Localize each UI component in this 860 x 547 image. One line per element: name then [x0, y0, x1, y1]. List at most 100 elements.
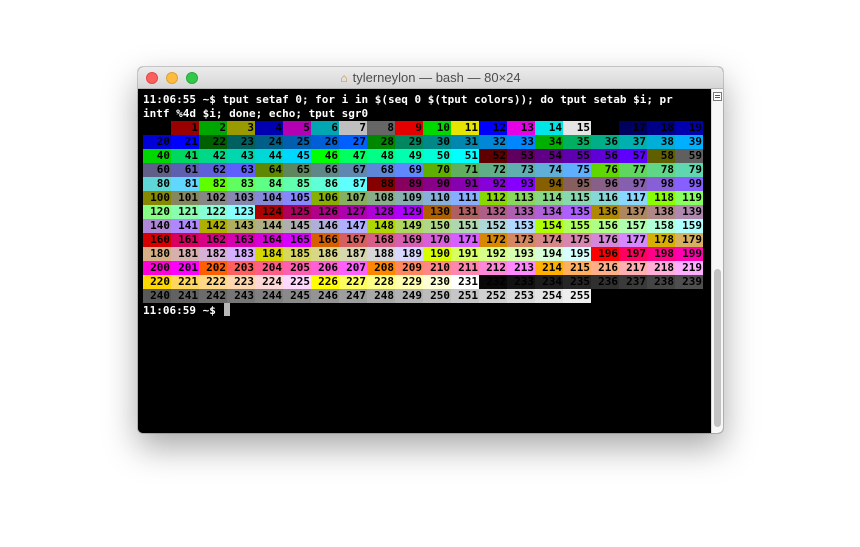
color-cell: 36	[591, 135, 619, 149]
title-bar[interactable]: ⌂ tylerneylon — bash — 80×24	[138, 67, 723, 89]
color-cell: 185	[283, 247, 311, 261]
color-cell: 157	[619, 219, 647, 233]
color-cell: 209	[395, 261, 423, 275]
color-cell: 131	[451, 205, 479, 219]
color-cell: 87	[339, 177, 367, 191]
color-cell: 53	[507, 149, 535, 163]
color-cell: 219	[675, 261, 703, 275]
color-cell: 232	[479, 275, 507, 289]
color-cell: 96	[591, 177, 619, 191]
color-cell: 109	[395, 191, 423, 205]
color-cell: 117	[619, 191, 647, 205]
color-cell: 7	[339, 121, 367, 135]
color-cell: 50	[423, 149, 451, 163]
color-cell: 225	[283, 275, 311, 289]
color-cell: 163	[227, 233, 255, 247]
color-cell: 208	[367, 261, 395, 275]
color-cell: 98	[647, 177, 675, 191]
color-cell: 196	[591, 247, 619, 261]
color-cell: 224	[255, 275, 283, 289]
color-cell: 150	[423, 219, 451, 233]
color-cell: 206	[311, 261, 339, 275]
color-table: 0 1 2 3 4 5 6 7 8 9 10 11 12 13 14 15 16 17 18 19 20 21 22 23 24…	[143, 121, 703, 303]
prompt-text: 11:06:59 ~$	[143, 304, 223, 317]
color-cell: 247	[339, 289, 367, 303]
color-cell: 237	[619, 275, 647, 289]
color-cell: 61	[171, 163, 199, 177]
color-cell: 231	[451, 275, 479, 289]
color-cell: 197	[619, 247, 647, 261]
color-cell: 178	[647, 233, 675, 247]
scrollbar-thumb[interactable]	[714, 269, 721, 427]
color-cell: 35	[563, 135, 591, 149]
color-cell: 59	[675, 149, 703, 163]
color-cell: 170	[423, 233, 451, 247]
color-cell: 239	[675, 275, 703, 289]
color-cell: 125	[283, 205, 311, 219]
color-cell: 144	[255, 219, 283, 233]
color-cell: 99	[675, 177, 703, 191]
color-cell: 18	[647, 121, 675, 135]
color-cell: 86	[311, 177, 339, 191]
color-cell: 137	[619, 205, 647, 219]
color-cell: 9	[395, 121, 423, 135]
color-cell: 182	[199, 247, 227, 261]
terminal-content[interactable]: 11:06:55 ~$ tput setaf 0; for i in $(seq…	[138, 89, 711, 433]
list-icon[interactable]	[713, 92, 722, 101]
color-cell: 189	[395, 247, 423, 261]
color-cell: 248	[367, 289, 395, 303]
color-cell: 141	[171, 219, 199, 233]
color-cell: 199	[675, 247, 703, 261]
color-cell: 90	[423, 177, 451, 191]
color-cell: 255	[563, 289, 591, 303]
color-cell: 136	[591, 205, 619, 219]
color-cell: 213	[507, 261, 535, 275]
color-cell: 88	[367, 177, 395, 191]
color-cell: 152	[479, 219, 507, 233]
color-cell: 254	[535, 289, 563, 303]
color-cell: 93	[507, 177, 535, 191]
color-cell: 28	[367, 135, 395, 149]
color-cell: 119	[675, 191, 703, 205]
house-icon: ⌂	[340, 71, 348, 85]
color-cell: 126	[311, 205, 339, 219]
color-cell: 27	[339, 135, 367, 149]
color-cell: 215	[563, 261, 591, 275]
color-cell: 37	[619, 135, 647, 149]
color-cell: 26	[311, 135, 339, 149]
color-cell: 19	[675, 121, 703, 135]
color-cell: 24	[255, 135, 283, 149]
color-cell: 14	[535, 121, 563, 135]
color-cell: 249	[395, 289, 423, 303]
color-cell: 250	[423, 289, 451, 303]
color-cell: 128	[367, 205, 395, 219]
color-cell: 204	[255, 261, 283, 275]
color-cell: 127	[339, 205, 367, 219]
color-cell: 129	[395, 205, 423, 219]
color-cell: 60	[143, 163, 171, 177]
color-cell: 172	[479, 233, 507, 247]
color-cell: 66	[311, 163, 339, 177]
color-cell: 133	[507, 205, 535, 219]
color-cell: 145	[283, 219, 311, 233]
color-cell: 34	[535, 135, 563, 149]
color-cell: 20	[143, 135, 171, 149]
color-cell: 216	[591, 261, 619, 275]
color-cell: 115	[563, 191, 591, 205]
color-cell: 49	[395, 149, 423, 163]
color-cell: 75	[563, 163, 591, 177]
color-cell: 52	[479, 149, 507, 163]
color-cell: 91	[451, 177, 479, 191]
color-cell: 112	[479, 191, 507, 205]
color-cell: 222	[199, 275, 227, 289]
color-cell: 177	[619, 233, 647, 247]
color-cell: 210	[423, 261, 451, 275]
color-cell: 12	[479, 121, 507, 135]
color-cell: 68	[367, 163, 395, 177]
color-cell: 223	[227, 275, 255, 289]
color-cell: 29	[395, 135, 423, 149]
color-cell: 55	[563, 149, 591, 163]
color-cell: 32	[479, 135, 507, 149]
color-cell: 80	[143, 177, 171, 191]
scrollbar[interactable]	[711, 89, 723, 433]
